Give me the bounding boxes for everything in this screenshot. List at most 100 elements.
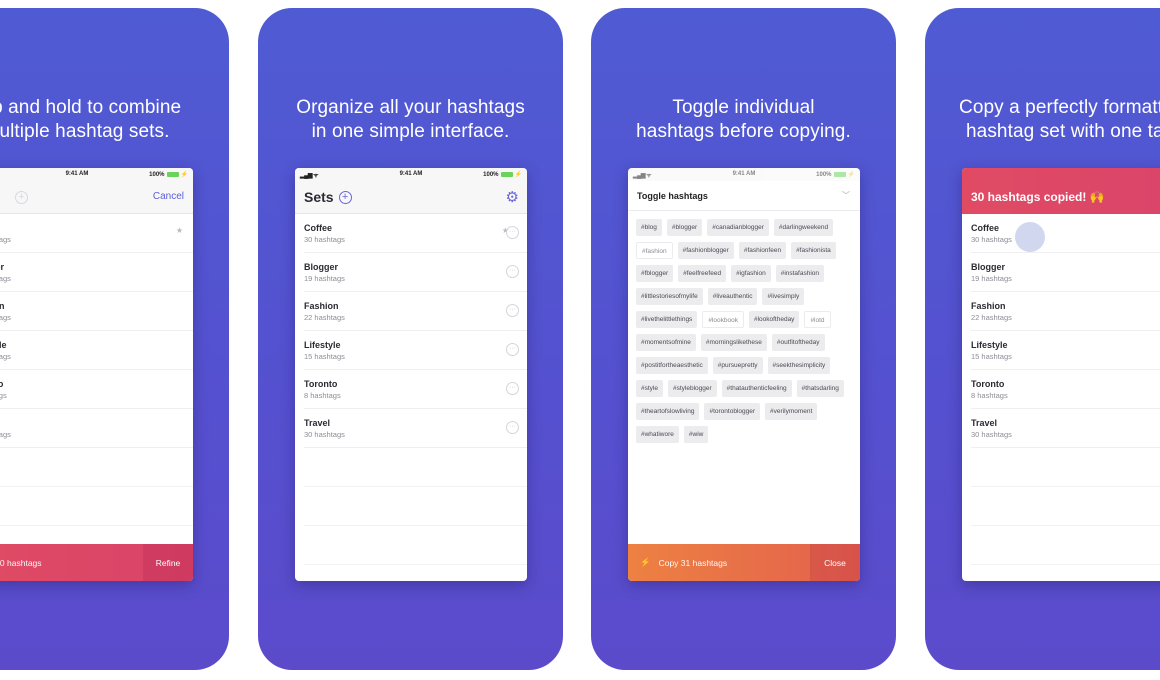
hashtag-chip[interactable]: #morningslikethese [700,334,767,351]
battery-indicator: 100% ⚡ [149,171,188,179]
hashtag-chip[interactable]: #thatauthenticfeeling [721,380,792,397]
hashtag-chip[interactable]: #torontoblogger [704,403,761,420]
set-row[interactable]: Blogger 19 hashtags [971,253,1160,292]
hashtag-chip[interactable]: #lookbook [702,311,744,328]
set-row[interactable]: Lifestyle 15 hashtags [0,331,193,370]
hashtag-chip[interactable]: #fashion [636,242,673,259]
battery-indicator: 100% ⚡ [483,171,522,179]
set-row[interactable]: Coffee30 hashtags★ [0,214,193,253]
hashtag-chip[interactable]: #fashionblogger [677,242,734,259]
hashtag-chip[interactable]: #pursuepretty [712,357,763,374]
copy-button[interactable]: Copy 30 hashtags [0,558,143,568]
hashtag-chip[interactable]: #fashionista [791,242,836,259]
empty-row [0,487,193,526]
set-row[interactable]: Toronto 8 hashtags [0,370,193,409]
hashtag-chip[interactable]: #instafashion [775,265,825,282]
set-count: 22 hashtags [0,313,11,322]
set-row[interactable]: Fashion 22 hashtags [971,292,1160,331]
hashtag-chip[interactable]: #thatsdarling [796,380,844,397]
sets-list: Coffee 30 hashtags ★ ··· Blogger 19 hashtags ·… [295,214,527,565]
screenshot-panel-organize: Organize all your hashtags in one simple… [258,8,563,670]
hashtag-chip[interactable]: #blog [636,219,662,236]
toggle-sheet-header: Toggle hashtags ﹀ [628,181,860,211]
hashtag-chip[interactable]: #seekthesimplicity [767,357,831,374]
more-options-icon[interactable]: ··· [506,226,519,239]
set-row[interactable]: Coffee 30 hashtags [971,214,1160,253]
set-count: 30 hashtags [304,235,345,244]
lightning-icon: ⚡ [640,557,651,567]
set-count: 15 hashtags [0,352,11,361]
set-name: Blogger [304,262,339,272]
hashtag-chip[interactable]: #momentsofmine [636,334,696,351]
set-name: Lifestyle [0,340,7,350]
add-set-button[interactable]: + [338,190,352,204]
set-row[interactable]: Travel30 hashtags [0,409,193,448]
hashtag-chip[interactable]: #fashionfeen [738,242,787,259]
screenshot-panel-combine: Tap and hold to combine multiple hashtag… [0,8,229,670]
hashtag-chip[interactable]: #postitfortheaesthetic [636,357,708,374]
hashtag-chip[interactable]: #igfashion [731,265,771,282]
set-row[interactable]: Fashion 22 hashtags [0,292,193,331]
sets-list: Coffee30 hashtags★Blogger19 hashtagsFash… [0,214,193,526]
set-row[interactable]: Coffee 30 hashtags ★ ··· [304,214,527,253]
hashtag-chip[interactable]: #blogger [666,219,703,236]
set-row[interactable]: Travel 30 hashtags ··· [304,409,527,448]
hashtag-chip[interactable]: #whatiwore [636,426,679,443]
status-bar: ▂▄▆ ᯤ 9:41 AM 100% ⚡ [628,168,860,181]
hashtag-chip[interactable]: #style [636,380,663,397]
panel-caption: Organize all your hashtags in one simple… [296,97,525,142]
panel-caption: Tap and hold to combine multiple hashtag… [0,97,182,142]
more-options-icon[interactable]: ··· [506,421,519,434]
empty-row [304,448,527,487]
hashtag-chip[interactable]: #verilymoment [765,403,818,420]
set-row[interactable]: Toronto 8 hashtags [971,370,1160,409]
battery-icon [166,172,179,177]
more-options-icon[interactable]: ··· [506,343,519,356]
set-count: 30 hashtags [304,430,345,439]
more-options-icon[interactable]: ··· [506,304,519,317]
set-row[interactable]: Lifestyle 15 hashtags [971,331,1160,370]
hashtag-chip[interactable]: #liveauthentic [707,288,758,305]
screenshot-panel-toggle: Toggle individual hashtags before copyin… [591,8,896,670]
set-row[interactable]: Travel30 hashtags [971,409,1160,448]
hashtag-chip[interactable]: #livesimply [762,288,805,305]
chevron-down-icon[interactable]: ﹀ [842,190,850,201]
refine-button[interactable]: Refine [143,544,193,581]
empty-row [304,526,527,565]
set-name: Lifestyle [304,340,341,350]
gear-icon[interactable]: ⚙ [506,190,519,205]
set-name: Fashion [304,301,339,311]
set-row[interactable]: Toronto 8 hashtags ··· [304,370,527,409]
set-row[interactable]: Blogger 19 hashtags [0,253,193,292]
hashtag-chip[interactable]: #lookoftheday [748,311,800,328]
set-row[interactable]: Lifestyle 15 hashtags ··· [304,331,527,370]
close-button[interactable]: Close [810,544,860,581]
set-name: Fashion [0,301,5,311]
more-options-icon[interactable]: ··· [506,382,519,395]
copied-banner: 30 hashtags copied! 🙌 [962,168,1160,214]
sets-list: Coffee 30 hashtags Blogger 19 hashtags Fashi… [962,214,1160,565]
hashtag-chip[interactable]: #theartofslowliving [636,403,700,420]
hashtag-chip[interactable]: #lotd [804,311,831,328]
phone-screen: ▂▄▆ ᯤ 9:41 AM 100% ⚡ Sets + ⚙ Coffee 30 ha… [295,168,527,581]
set-count: 22 hashtags [971,313,1012,322]
hashtag-chip[interactable]: #darlingweekend [773,219,834,236]
set-row[interactable]: Blogger 19 hashtags ··· [304,253,527,292]
copy-button[interactable]: ⚡ Copy 31 hashtags [628,557,810,568]
screenshot-panel-copy: Copy a perfectly formatted hashtag set w… [925,8,1160,670]
set-name: Travel [304,418,331,428]
cancel-button[interactable]: Cancel [153,191,184,202]
add-set-icon: + [15,190,28,204]
set-count: 30 hashtags [0,430,11,439]
set-name: Fashion [971,301,1006,311]
hashtag-chip[interactable]: #canadianblogger [707,219,769,236]
hashtag-chip[interactable]: #fblogger [636,265,674,282]
hashtag-chip[interactable]: #feelfreefeed [678,265,727,282]
more-options-icon[interactable]: ··· [506,265,519,278]
hashtag-chip[interactable]: #littlestoriesofmylife [636,288,703,305]
hashtag-chip[interactable]: #livethelittlethings [636,311,698,328]
hashtag-chip[interactable]: #outfitoftheday [771,334,825,351]
hashtag-chip[interactable]: #styleblogger [667,380,717,397]
hashtag-chip[interactable]: #wiw [683,426,709,443]
set-row[interactable]: Fashion 22 hashtags ··· [304,292,527,331]
